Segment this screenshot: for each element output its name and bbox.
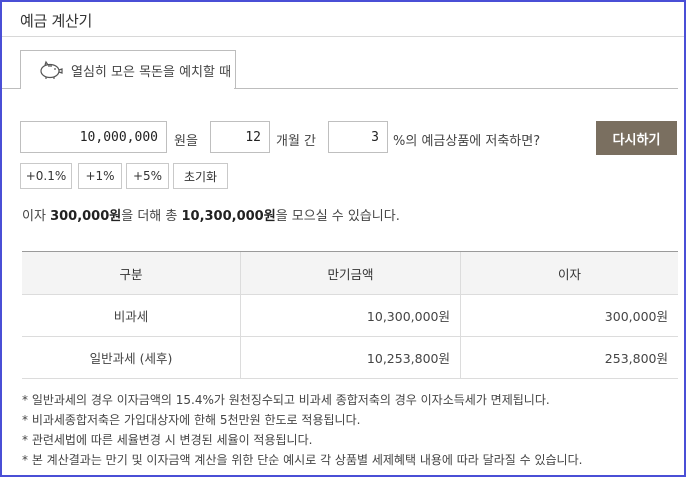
- redo-button[interactable]: 다시하기: [596, 121, 677, 155]
- amount-unit-label: 원을: [174, 134, 198, 149]
- header-maturity-amount: 만기금액: [240, 251, 461, 295]
- footnote: * 본 계산결과는 만기 및 이자금액 계산을 위한 단순 예시로 각 상품별 …: [22, 453, 583, 467]
- result-summary: 이자 300,000원을 더해 총 10,300,000원을 모으실 수 있습니…: [22, 205, 400, 224]
- calculator-panel: 예금 계산기 열심히 모은 목돈을 예치할 때 원을 개월 간 %의 예금상품에…: [0, 0, 686, 477]
- summary-total: 10,300,000원: [181, 209, 276, 224]
- header-interest: 이자: [460, 251, 678, 295]
- add-1-percent-button[interactable]: +1%: [78, 163, 122, 189]
- summary-middle: 을 더해 총: [121, 209, 182, 224]
- table-row: 일반과세 (세후) 10,253,800원 253,800원: [22, 336, 678, 379]
- footnote: * 일반과세의 경우 이자금액의 15.4%가 원천징수되고 비과세 종합저축의…: [22, 393, 550, 407]
- rate-input[interactable]: [328, 121, 388, 153]
- summary-interest: 300,000원: [50, 209, 122, 224]
- row-category: 일반과세 (세후): [22, 336, 241, 379]
- summary-suffix: 을 모으실 수 있습니다.: [275, 209, 400, 224]
- months-input[interactable]: [210, 121, 270, 153]
- add-0-1-percent-button[interactable]: +0.1%: [20, 163, 72, 189]
- tab-deposit[interactable]: 열심히 모은 목돈을 예치할 때: [20, 50, 236, 89]
- table-header-row: 구분 만기금액 이자: [22, 251, 678, 295]
- footnote: * 비과세종합저축은 가입대상자에 한해 5천만원 한도로 적용됩니다.: [22, 413, 361, 427]
- row-maturity-amount: 10,300,000원: [240, 294, 461, 337]
- tab-underline-left: [2, 88, 20, 89]
- reset-button[interactable]: 초기화: [173, 163, 228, 189]
- title-divider: [2, 36, 684, 37]
- row-maturity-amount: 10,253,800원: [240, 336, 461, 379]
- row-interest: 300,000원: [460, 294, 678, 337]
- summary-prefix: 이자: [22, 209, 51, 224]
- footnotes: * 일반과세의 경우 이자금액의 15.4%가 원천징수되고 비과세 종합저축의…: [22, 390, 582, 470]
- months-unit-label: 개월 간: [276, 134, 317, 149]
- result-table: 구분 만기금액 이자 비과세 10,300,000원 300,000원 일반과세…: [22, 251, 678, 379]
- row-category: 비과세: [22, 294, 241, 337]
- tab-underline: [234, 88, 678, 89]
- piggy-bank-icon: [40, 60, 63, 79]
- amount-input[interactable]: [20, 121, 167, 153]
- row-interest: 253,800원: [460, 336, 678, 379]
- table-row: 비과세 10,300,000원 300,000원: [22, 294, 678, 337]
- footnote: * 관련세법에 따른 세율변경 시 변경된 세율이 적용됩니다.: [22, 433, 313, 447]
- tab-label: 열심히 모은 목돈을 예치할 때: [71, 64, 232, 80]
- rate-unit-label: %의 예금상품에 저축하면?: [393, 134, 541, 149]
- add-5-percent-button[interactable]: +5%: [126, 163, 169, 189]
- header-category: 구분: [22, 251, 241, 295]
- page-title: 예금 계산기: [20, 12, 92, 30]
